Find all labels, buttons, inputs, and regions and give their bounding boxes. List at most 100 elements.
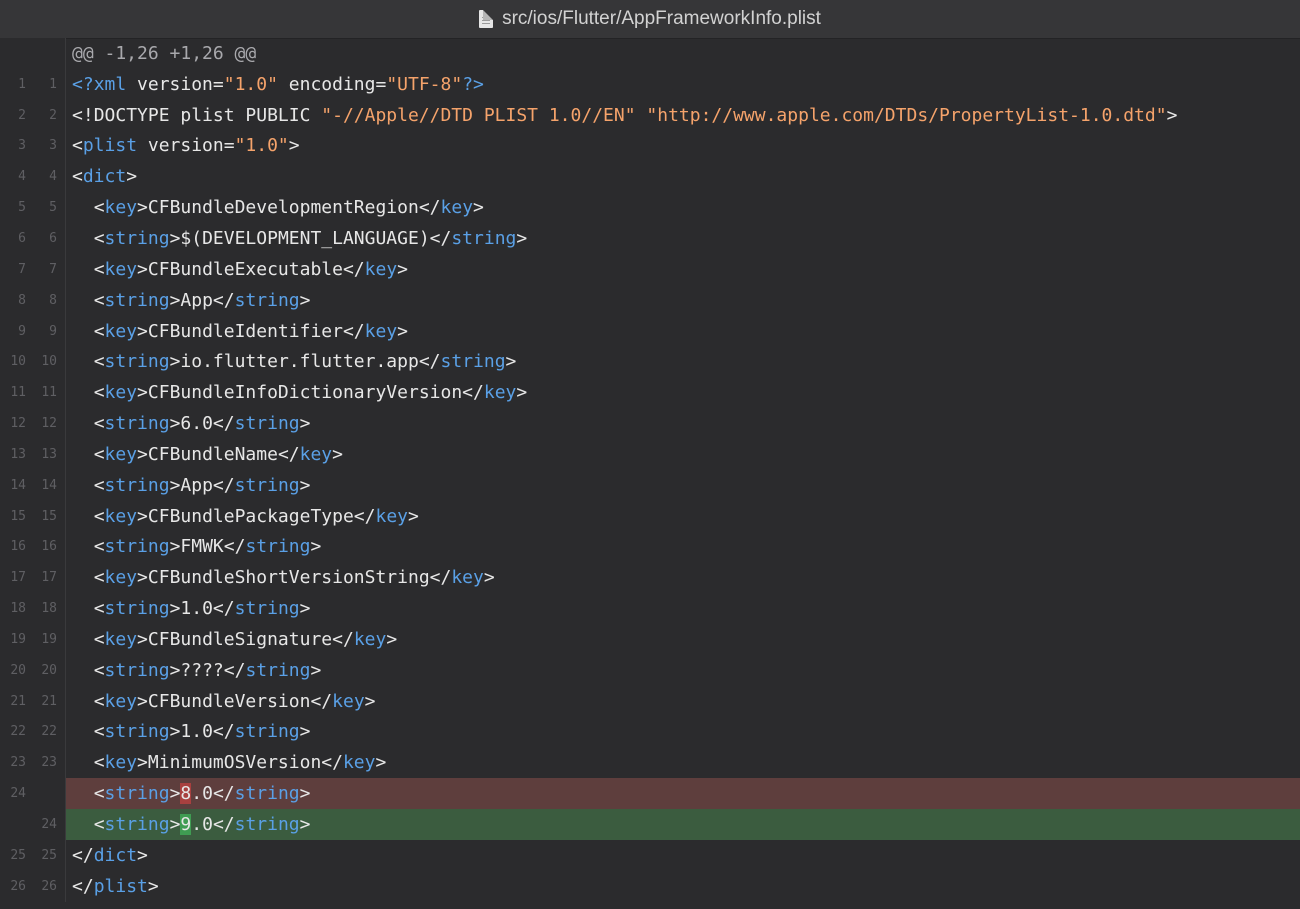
code-line: 14 14 < string > App </string >: [0, 469, 1300, 501]
new-line-number: 15: [41, 508, 57, 524]
old-line-number: 18: [10, 601, 26, 617]
new-line-number: 23: [41, 755, 57, 771]
window-title-bar: src/ios/Flutter/AppFrameworkInfo.plist: [0, 0, 1300, 39]
line-number-gutter: 13 13: [0, 438, 66, 470]
old-line-number: 1: [18, 76, 26, 92]
new-line-number: 20: [41, 662, 57, 678]
code-line: 26 26 </plist >: [0, 870, 1300, 902]
line-number-gutter: 14 14: [0, 469, 66, 501]
new-line-number: 26: [41, 878, 57, 894]
code-line: 25 25 </dict >: [0, 839, 1300, 871]
old-line-number: 19: [10, 631, 26, 647]
code-line: 4 4 < dict >: [0, 161, 1300, 193]
code-line: 21 21 < key > CFBundleVersion </key >: [0, 685, 1300, 717]
line-number-gutter: 24: [0, 809, 66, 840]
old-line-number: 8: [18, 292, 26, 308]
code-text: < key > CFBundleVersion </key >: [93, 690, 376, 712]
code-line: 12 12 < string >6.0 </string >: [0, 408, 1300, 439]
code-text: < key > CFBundleShortVersionString </key >: [93, 567, 495, 589]
new-line-number: 9: [49, 323, 57, 339]
code-line: 3 3 < plist version = "1.0" >: [0, 130, 1300, 162]
old-line-number: 24: [10, 786, 26, 802]
code-text: < key > CFBundleIdentifier </key >: [93, 320, 409, 342]
code-line: 16 16 < string > FMWK </string >: [0, 531, 1300, 563]
code-line: 15 15 < key > CFBundlePackageType </key >: [0, 500, 1300, 532]
code-line: 20 20 < string >???? </string >: [0, 654, 1300, 686]
code-line: 9 9 < key > CFBundleIdentifier </key >: [0, 315, 1300, 347]
line-number-gutter: 33: [0, 130, 66, 162]
line-number-gutter: [0, 38, 66, 69]
new-line-number: 11: [41, 385, 57, 401]
changed-character: 9: [180, 814, 192, 836]
line-number-gutter: 20 20: [0, 654, 66, 686]
new-line-number: 21: [41, 693, 57, 709]
code-text: < plist version = "1.0" >: [72, 135, 300, 157]
old-line-number: 12: [10, 416, 26, 432]
removed-line: 24 < string >8.0 </string >: [0, 778, 1300, 810]
old-line-number: 10: [10, 354, 26, 370]
old-line-number: 23: [10, 755, 26, 771]
code-text: <? xml version = "1.0" encoding = "UTF-8" ?>: [72, 73, 484, 95]
code-text: < string >1.0 </string >: [93, 598, 311, 620]
changed-character: 8: [180, 783, 192, 805]
line-number-gutter: 15 15: [0, 500, 66, 532]
code-text: </dict >: [72, 844, 148, 866]
old-line-number: 21: [10, 693, 26, 709]
line-number-gutter: 26 26: [0, 870, 66, 902]
new-line-number: 16: [41, 539, 57, 555]
line-number-gutter: 10 10: [0, 346, 66, 378]
code-line: 77 < key > CFBundleExecutable </key >: [0, 253, 1300, 285]
code-text: < string > FMWK </string >: [93, 536, 322, 558]
code-text: < key > CFBundleExecutable </key >: [93, 258, 409, 280]
code-text: < key > CFBundlePackageType </key >: [93, 505, 419, 527]
old-line-number: 25: [10, 847, 26, 863]
new-line-number: 8: [49, 292, 57, 308]
code-text: < key > CFBundleSignature </key >: [93, 628, 398, 650]
old-line-number: 17: [10, 570, 26, 586]
old-line-number: 9: [18, 323, 26, 339]
hunk-header: @@ -1,26 +1,26 @@: [72, 42, 257, 64]
new-line-number: 10: [41, 354, 57, 370]
old-line-number: 20: [10, 662, 26, 678]
line-number-gutter: 22 22: [0, 716, 66, 748]
code-text: < dict >: [72, 166, 138, 188]
new-line-number: 3: [49, 138, 57, 154]
code-text: < key > CFBundleDevelopmentRegion </key >: [93, 197, 484, 219]
old-line-number: 14: [10, 477, 26, 493]
code-line: 10 10 < string > io.flutter.flutter.app </str…: [0, 346, 1300, 378]
line-number-gutter: 55: [0, 192, 66, 224]
code-text: < key > CFBundleName </key >: [93, 443, 343, 465]
new-line-number: 2: [49, 107, 57, 123]
line-number-gutter: 19 19: [0, 624, 66, 655]
code-line: 11 11 < key > CFBundleInfoDictionaryVersion <…: [0, 377, 1300, 409]
line-number-gutter: 25 25: [0, 839, 66, 871]
line-number-gutter: 11 11: [0, 377, 66, 409]
code-text: < string > io.flutter.flutter.app </string >: [93, 351, 517, 373]
code-line: 13 13 < key > CFBundleName </key >: [0, 438, 1300, 470]
old-line-number: 3: [18, 138, 26, 154]
old-line-number: 2: [18, 107, 26, 123]
code-line: 66 < string > $(DEVELOPMENT_LANGUAGE) </stri…: [0, 223, 1300, 254]
old-line-number: 7: [18, 261, 26, 277]
old-line-number: 5: [18, 200, 26, 216]
new-line-number: 25: [41, 847, 57, 863]
code-text: < string > App </string >: [93, 289, 311, 311]
code-text: < key > MinimumOSVersion </key >: [93, 752, 387, 774]
line-number-gutter: 11: [0, 68, 66, 100]
code-text: < key > CFBundleInfoDictionaryVersion </key >: [93, 382, 528, 404]
line-number-gutter: 16 16: [0, 531, 66, 563]
code-text: < string >1.0 </string >: [93, 721, 311, 743]
line-number-gutter: 24: [0, 778, 66, 810]
old-line-number: 4: [18, 169, 26, 185]
line-number-gutter: 12 12: [0, 408, 66, 439]
code-text: < string > App </string >: [93, 474, 311, 496]
line-number-gutter: 77: [0, 253, 66, 285]
code-text: </plist >: [72, 875, 159, 897]
code-text: < string >9.0 </string >: [66, 809, 1300, 840]
added-line: 24 < string >9.0 </string >: [0, 809, 1300, 840]
code-text: < string >???? </string >: [93, 659, 322, 681]
code-line: 2 2 <! DOCTYPE plist PUBLIC "-//Apple//DTD …: [0, 99, 1300, 131]
new-line-number: 18: [41, 601, 57, 617]
new-line-number: 14: [41, 477, 57, 493]
old-line-number: 13: [10, 446, 26, 462]
